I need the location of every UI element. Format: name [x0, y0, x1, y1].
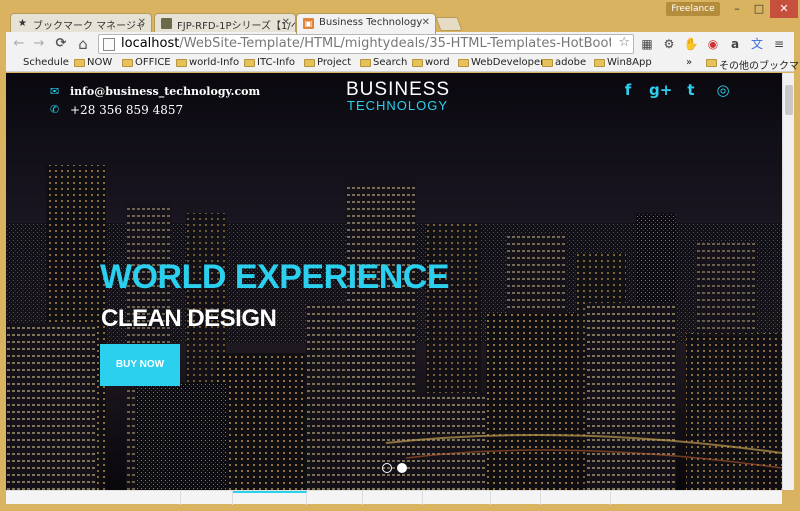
folder-icon [244, 59, 255, 67]
bookmark-office[interactable]: OFFICE [122, 57, 171, 68]
tab-label: ブックマーク マネージャ [33, 21, 146, 32]
hero-subtitle: CLEAN DESIGN [101, 305, 277, 332]
bookmark-star-icon[interactable]: ☆ [618, 35, 630, 50]
reload-button[interactable]: ⟳ [52, 35, 70, 53]
bookmark-itc-info[interactable]: ITC-Info [244, 57, 295, 68]
forward-button[interactable]: → [30, 35, 48, 53]
home-button[interactable]: ⌂ [74, 35, 92, 53]
menu-icon[interactable]: ≡ [770, 35, 788, 53]
close-icon[interactable]: ✕ [138, 17, 146, 28]
folder-icon [542, 59, 553, 67]
brand-logo-line2[interactable]: TECHNOLOGY [347, 98, 448, 113]
page-icon [103, 38, 115, 51]
title-bar: ★ ブックマーク マネージャ ✕ FJP-RFD-1Pシリーズ【1/ページ】 ✕… [0, 0, 800, 34]
phone-text: +28 356 859 4857 [70, 103, 184, 117]
pdf-icon[interactable]: ◉ [704, 35, 722, 53]
address-bar[interactable]: localhost/WebSite-Template/HTML/mightyde… [98, 34, 634, 54]
gear-icon[interactable]: ⚙ [660, 35, 678, 53]
new-tab-button[interactable] [435, 17, 463, 31]
google-plus-icon[interactable]: g+ [649, 81, 672, 99]
close-icon[interactable]: ✕ [422, 17, 430, 28]
translate-icon[interactable]: 文 [748, 35, 766, 53]
star-icon: ★ [18, 18, 27, 29]
phone-contact: ✆ +28 356 859 4857 [50, 103, 184, 117]
folder-icon [458, 59, 469, 67]
phone-icon: ✆ [50, 103, 60, 116]
tab-fjp-rfd[interactable]: FJP-RFD-1Pシリーズ【1/ページ】 ✕ [154, 13, 296, 33]
site-icon: ▣ [303, 18, 314, 29]
url-text[interactable]: localhost/WebSite-Template/HTML/mightyde… [121, 36, 611, 51]
tab-label: Business Technology [319, 17, 423, 28]
minimize-button[interactable]: – [726, 0, 748, 18]
folder-icon [176, 59, 187, 67]
scrollbar-thumb[interactable] [785, 85, 793, 115]
hero-title: WORLD EXPERIENCE [100, 258, 450, 296]
browser-window: ★ ブックマーク マネージャ ✕ FJP-RFD-1Pシリーズ【1/ページ】 ✕… [0, 0, 800, 511]
folder-icon [594, 59, 605, 67]
amazon-icon[interactable]: a [726, 35, 744, 53]
slider-dot-1[interactable] [382, 463, 392, 473]
maximize-button[interactable]: □ [748, 0, 770, 18]
folder-icon [412, 59, 423, 67]
twitter-icon[interactable]: t [681, 81, 701, 99]
vertical-scrollbar[interactable] [782, 73, 794, 490]
bookmark-word[interactable]: word [412, 57, 450, 68]
page-bottom-strip [6, 490, 782, 505]
envelope-icon: ✉ [50, 85, 60, 98]
bookmark-project[interactable]: Project [304, 57, 351, 68]
bookmark-other[interactable]: その他のブックマーク [706, 57, 800, 72]
slider-dot-2[interactable] [397, 463, 407, 473]
email-text: info@business_technology.com [70, 85, 261, 98]
browser-toolbar: ← → ⟳ ⌂ localhost/WebSite-Template/HTML/… [6, 32, 794, 56]
folder-icon [360, 59, 371, 67]
back-button[interactable]: ← [10, 35, 28, 53]
bookmark-now[interactable]: NOW [74, 57, 112, 68]
tab-business-technology[interactable]: ▣ Business Technology ✕ [296, 13, 436, 34]
buy-now-button[interactable]: BUY NOW [100, 344, 180, 386]
page-icon [161, 18, 172, 29]
bookmark-webdeveloper[interactable]: WebDeveloper [458, 57, 544, 68]
bookmark-adobe[interactable]: adobe [542, 57, 586, 68]
extension-icon[interactable]: ▦ [638, 35, 656, 53]
bookmarks-bar: Schedule NOW OFFICE world-Info ITC-Info … [6, 56, 800, 72]
folder-icon [74, 59, 85, 67]
profile-badge[interactable]: Freelance [666, 2, 720, 16]
close-icon[interactable]: ✕ [282, 17, 290, 28]
puzzle-icon[interactable]: ✋ [682, 35, 700, 53]
bookmark-search[interactable]: Search [360, 57, 407, 68]
bookmark-win8app[interactable]: Win8App [594, 57, 652, 68]
dribbble-icon[interactable]: ◎ [713, 81, 733, 99]
tab-bookmark-manager[interactable]: ★ ブックマーク マネージャ ✕ [10, 13, 152, 33]
close-window-button[interactable]: ✕ [770, 0, 798, 18]
page-viewport: ✉ info@business_technology.com ✆ +28 356… [6, 73, 782, 490]
folder-icon [304, 59, 315, 67]
bookmark-world-info[interactable]: world-Info [176, 57, 239, 68]
bookmark-schedule[interactable]: Schedule [10, 57, 69, 68]
email-contact[interactable]: ✉ info@business_technology.com [50, 85, 261, 98]
folder-icon [122, 59, 133, 67]
folder-icon [706, 59, 717, 67]
bookmarks-overflow-button[interactable]: » [686, 57, 692, 68]
tab-label: FJP-RFD-1Pシリーズ【1/ページ】 [177, 21, 295, 32]
facebook-icon[interactable]: f [618, 81, 638, 99]
